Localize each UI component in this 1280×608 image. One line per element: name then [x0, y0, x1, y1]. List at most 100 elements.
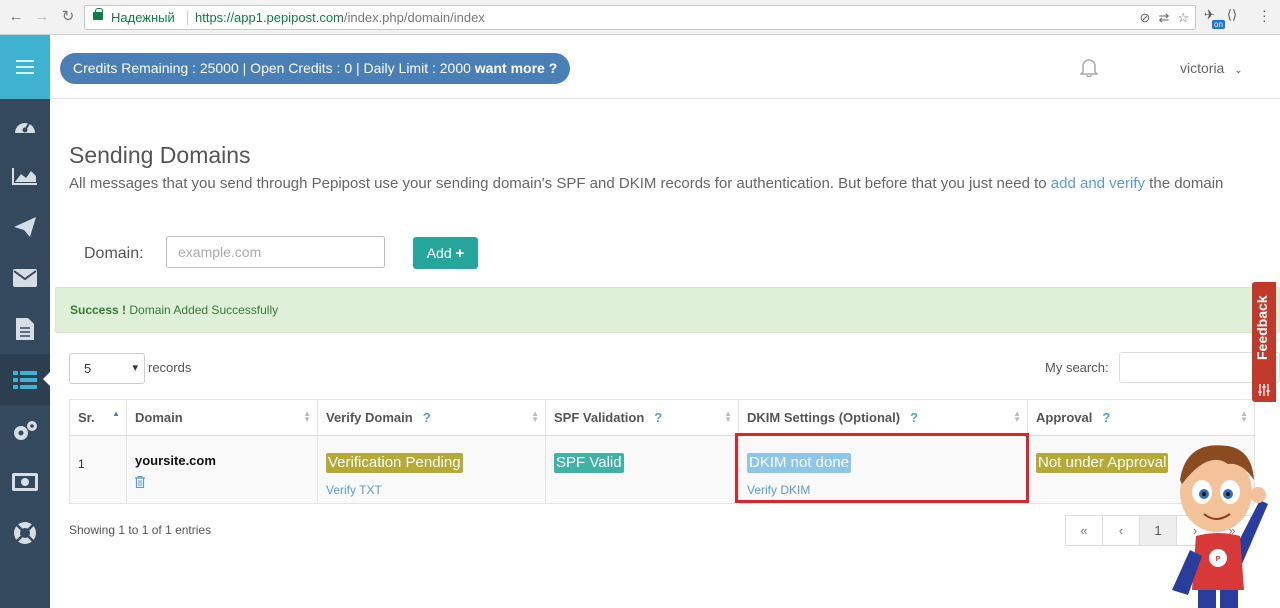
top-header: Credits Remaining : 25000 | Open Credits… [50, 35, 1280, 99]
add-domain-button[interactable]: Add + [413, 237, 478, 269]
sort-icon: ▲ ▼ [531, 409, 539, 424]
url-host: https://app1.pepipost.com [195, 10, 344, 25]
translate-icon[interactable]: ⇄ [1158, 10, 1169, 26]
domain-input[interactable] [166, 236, 385, 268]
settings-icon [14, 420, 37, 440]
superhero-mascot-illustration: P [1172, 445, 1268, 608]
sidebar-item-settings[interactable] [0, 405, 50, 456]
extension-badge: on [1212, 20, 1225, 29]
sidebar-item-support[interactable] [0, 507, 50, 558]
dkim-highlight-annotation [735, 433, 1029, 503]
column-header-verify-domain[interactable]: Verify Domain? ▲ ▼ [317, 399, 546, 436]
main-content: Sending Domains All messages that you se… [50, 99, 1280, 608]
cell-verify-domain: Verification Pending Verify TXT [317, 435, 546, 504]
description-end: the domain [1145, 175, 1224, 192]
page-description: All messages that you send through Pepip… [69, 175, 1249, 192]
bell-icon[interactable] [1080, 57, 1098, 77]
devtools-extension-icon[interactable]: ⟨⟩ [1227, 7, 1237, 23]
reload-icon[interactable]: ↻ [59, 8, 77, 26]
verify-txt-link[interactable]: Verify TXT [326, 483, 537, 497]
help-icon[interactable]: ? [1102, 410, 1110, 425]
cell-domain: yoursite.com [126, 435, 318, 504]
sidebar-toggle[interactable] [0, 35, 50, 99]
lock-icon [93, 8, 103, 20]
domain-name: yoursite.com [135, 453, 216, 468]
column-header-approval[interactable]: Approval? ▲ ▼ [1027, 399, 1255, 436]
column-header-spf-validation[interactable]: SPF Validation? ▲ ▼ [545, 399, 739, 436]
search-label: My search: [1045, 360, 1109, 375]
sidebar-item-domains[interactable] [0, 354, 51, 405]
want-more-link[interactable]: want more ? [475, 60, 557, 76]
dashboard-icon [15, 120, 35, 133]
prev-page-button[interactable]: ‹ [1102, 515, 1140, 546]
username: victoria [1180, 60, 1225, 76]
sidebar-item-dashboard[interactable] [0, 99, 50, 150]
column-label: Verify Domain [326, 410, 413, 425]
user-menu[interactable]: victoria ⌄ [1180, 60, 1243, 76]
help-icon[interactable]: ? [654, 410, 662, 425]
column-label: DKIM Settings (Optional) [747, 410, 901, 425]
money-icon [12, 472, 38, 491]
browser-toolbar: ← → ↻ Надежный https://app1.pepipost.com… [0, 0, 1280, 35]
chart-icon [12, 167, 37, 185]
column-label: Approval [1036, 410, 1093, 425]
column-header-domain[interactable]: Domain ▲ ▼ [126, 399, 318, 436]
sort-icon: ▲ ▼ [1013, 409, 1021, 424]
column-header-dkim-settings[interactable]: DKIM Settings (Optional)? ▲ ▼ [738, 399, 1028, 436]
file-icon [16, 317, 34, 340]
url-path: /index.php/domain/index [343, 10, 485, 25]
trash-icon[interactable] [135, 476, 145, 488]
sort-icon: ▲ ▼ [724, 409, 732, 424]
success-alert: Success ! Domain Added Successfully × [55, 287, 1280, 333]
page-title: Sending Domains [69, 142, 251, 168]
cell-spf-validation: SPF Valid [545, 435, 739, 504]
address-bar[interactable]: Надежный https://app1.pepipost.com/index… [84, 5, 1196, 30]
hamburger-icon[interactable] [16, 60, 34, 74]
column-label: Sr. [78, 410, 95, 425]
sort-icon: ▲ ▼ [303, 409, 311, 424]
sidebar-item-billing[interactable] [0, 456, 50, 507]
column-label: SPF Validation [554, 410, 645, 425]
left-sidebar [0, 35, 51, 608]
credits-pill[interactable]: Credits Remaining : 25000 | Open Credits… [60, 53, 571, 84]
sidebar-item-mail[interactable] [0, 252, 50, 303]
forward-icon[interactable]: → [33, 8, 51, 26]
table-info: Showing 1 to 1 of 1 entries [69, 523, 212, 537]
sidebar-item-reports[interactable] [0, 150, 50, 201]
feedback-tab[interactable]: Feedback [1252, 282, 1276, 402]
records-per-page-select[interactable]: 5 [69, 353, 145, 384]
column-header-sr[interactable]: Sr. ▲ [69, 399, 127, 436]
sliders-icon [1258, 384, 1270, 396]
url-text: https://app1.pepipost.com/index.php/doma… [195, 10, 485, 25]
sidebar-item-send[interactable] [0, 201, 50, 252]
spf-status-badge: SPF Valid [554, 453, 624, 473]
lifebuoy-icon [14, 521, 36, 544]
alert-strong: Success ! [70, 303, 127, 317]
plus-icon: + [455, 244, 465, 262]
back-icon[interactable]: ← [7, 8, 25, 26]
bookmark-star-icon[interactable]: ☆ [1177, 10, 1189, 26]
svg-text:P: P [1216, 556, 1221, 563]
sort-icon: ▲ [112, 409, 120, 418]
table-row: 1 yoursite.com Verification Pending Veri… [69, 435, 1255, 504]
table-header-row: Sr. ▲ Domain ▲ ▼ Verify Domain? ▲ ▼ SPF Valid… [69, 399, 1255, 436]
mail-icon [13, 268, 37, 287]
verification-status-badge: Verification Pending [326, 453, 463, 473]
records-label: records [148, 360, 192, 375]
first-page-button[interactable]: « [1065, 515, 1103, 546]
divider [187, 11, 188, 25]
help-icon[interactable]: ? [910, 410, 918, 425]
approval-status-badge: Not under Approval [1036, 453, 1169, 473]
column-label: Domain [135, 410, 183, 425]
add-verify-link[interactable]: add and verify [1051, 175, 1145, 192]
help-icon[interactable]: ? [423, 410, 431, 425]
sort-icon: ▲ ▼ [1240, 409, 1248, 424]
domains-table: Sr. ▲ Domain ▲ ▼ Verify Domain? ▲ ▼ SPF Valid… [69, 399, 1255, 504]
description-text: All messages that you send through Pepip… [69, 175, 1051, 192]
sidebar-item-templates[interactable] [0, 303, 50, 354]
credits-text: Credits Remaining : 25000 | Open Credits… [73, 60, 475, 76]
add-label: Add [426, 244, 452, 261]
browser-menu-icon[interactable]: · · · [1262, 3, 1267, 27]
blocked-content-icon[interactable]: ⊘ [1140, 10, 1151, 26]
secure-label: Надежный [111, 10, 175, 25]
